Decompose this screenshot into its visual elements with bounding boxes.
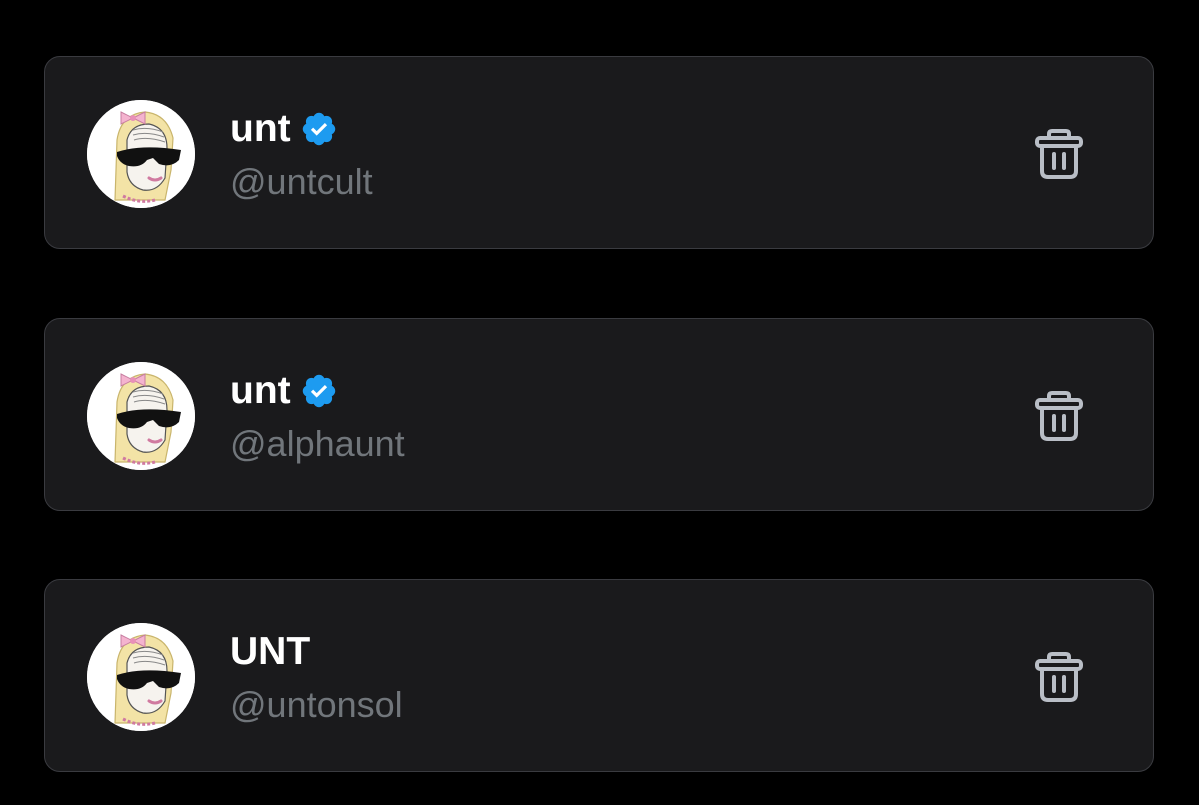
verified-badge-icon	[300, 110, 338, 148]
name-row: unt	[230, 367, 338, 415]
avatar-image	[87, 623, 195, 731]
trash-icon	[1035, 652, 1083, 702]
account-card[interactable]: unt @untcult	[44, 56, 1154, 249]
avatar-image	[87, 362, 195, 470]
handle: @untonsol	[230, 684, 403, 725]
delete-account-button[interactable]	[1028, 646, 1090, 708]
display-name: unt	[230, 369, 291, 412]
display-name: UNT	[230, 630, 311, 673]
handle: @alphaunt	[230, 423, 405, 464]
handle: @untcult	[230, 161, 373, 202]
delete-account-button[interactable]	[1028, 385, 1090, 447]
name-row: UNT	[230, 628, 310, 676]
name-row: unt	[230, 105, 338, 153]
trash-icon	[1035, 129, 1083, 179]
account-card[interactable]: unt @alphaunt	[44, 318, 1154, 511]
verified-badge-icon	[300, 372, 338, 410]
delete-account-button[interactable]	[1028, 123, 1090, 185]
trash-icon	[1035, 391, 1083, 441]
avatar[interactable]	[87, 623, 195, 731]
avatar-image	[87, 100, 195, 208]
account-card[interactable]: UNT @untonsol	[44, 579, 1154, 772]
display-name: unt	[230, 107, 291, 150]
avatar[interactable]	[87, 362, 195, 470]
avatar[interactable]	[87, 100, 195, 208]
account-list: unt @untcult unt @alphaunt UNT @untonsol	[0, 0, 1199, 805]
